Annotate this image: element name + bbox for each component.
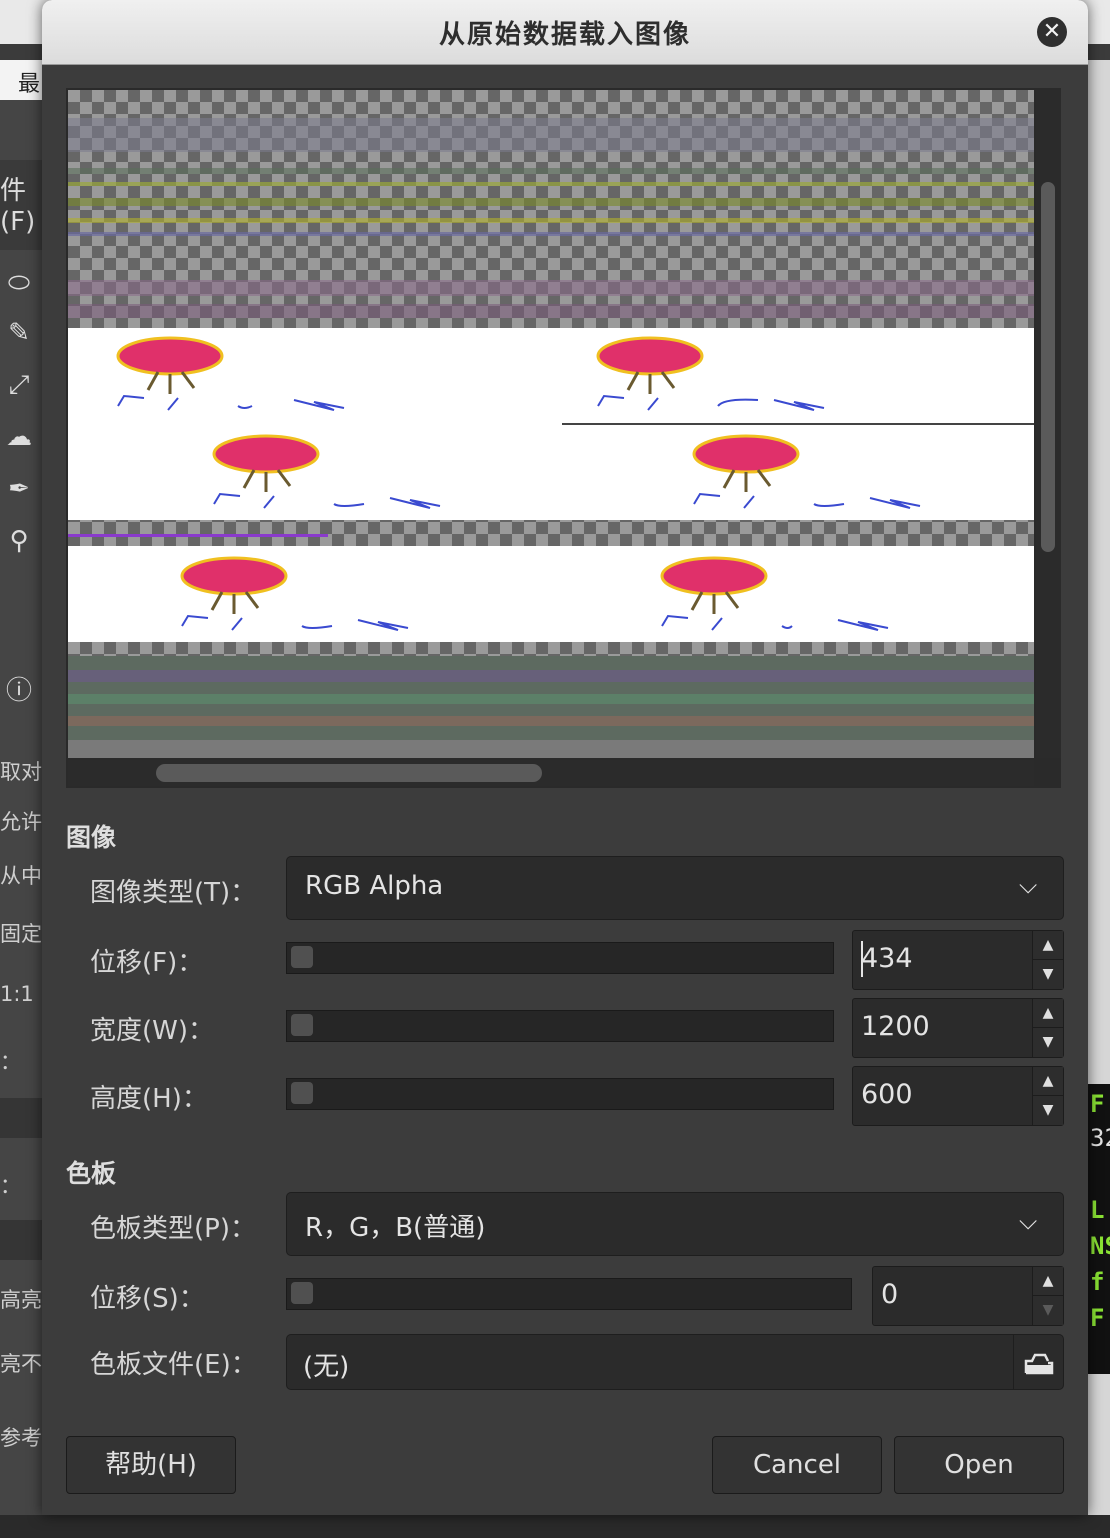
image-type-combo[interactable]: RGB Alpha ⌵ [286, 856, 1064, 920]
warp-icon[interactable]: ☁ [4, 422, 34, 452]
transform-icon[interactable]: ⤢ [4, 370, 34, 400]
increment-icon[interactable]: ▲ [1033, 1067, 1063, 1096]
palette-type-value: R，G，B(普通) [305, 1213, 486, 1243]
preview-glitch-image [68, 118, 1034, 758]
image-offset-slider[interactable] [286, 942, 834, 974]
spin-arrows: ▲ ▼ [1032, 999, 1063, 1057]
palette-offset-slider[interactable] [286, 1278, 852, 1310]
background-file-menu[interactable]: 件(F) [0, 160, 42, 250]
terminal-line: NS [1090, 1232, 1110, 1260]
scrollbar-thumb[interactable] [156, 764, 542, 782]
color-picker-icon[interactable]: ✎ [4, 318, 34, 348]
image-type-label: 图像类型(T)： [90, 878, 257, 908]
increment-icon[interactable]: ▲ [1033, 1267, 1063, 1296]
smudge-icon[interactable]: ⚲ [4, 526, 34, 556]
terminal-line: F [1090, 1090, 1105, 1118]
cancel-button[interactable]: Cancel [712, 1436, 882, 1494]
close-icon[interactable]: ✕ [1037, 17, 1067, 47]
background-option-label: 取对 [0, 760, 42, 784]
dialog-title: 从原始数据载入图像 [438, 20, 691, 50]
terminal-line: L [1090, 1196, 1105, 1224]
image-width-spinbutton[interactable]: 1200 ▲ ▼ [852, 998, 1064, 1058]
background-option-label: 固定 [0, 922, 42, 946]
image-offset-label: 位移(F)： [90, 948, 204, 978]
preview-horizontal-scrollbar[interactable] [68, 760, 1034, 786]
spin-arrows: ▲ ▼ [1032, 1267, 1063, 1325]
open-file-icon[interactable] [1013, 1335, 1064, 1389]
background-terminal: F 32 L NS f F [1088, 1084, 1110, 1374]
palette-offset-value[interactable]: 0 [881, 1279, 898, 1310]
open-file-icon-glyph [1024, 1353, 1054, 1375]
image-width-label: 宽度(W)： [90, 1016, 214, 1046]
image-offset-value[interactable]: 434 [861, 943, 913, 974]
palette-offset-spinbutton[interactable]: 0 ▲ ▼ [872, 1266, 1064, 1326]
background-right-panel: F 32 L NS f F [1088, 60, 1110, 1538]
image-offset-spinbutton[interactable]: 434 ▲ ▼ [852, 930, 1064, 990]
slider-knob[interactable] [291, 1282, 313, 1304]
image-height-value[interactable]: 600 [861, 1079, 913, 1110]
background-menu-fragment: 最 [18, 72, 41, 97]
dialog-titlebar[interactable]: 从原始数据载入图像 ✕ [42, 0, 1088, 65]
tool-options-icon[interactable]: ⓘ [4, 676, 34, 706]
decrement-icon[interactable]: ▼ [1033, 1096, 1063, 1124]
background-option-label: 亮不 [0, 1352, 42, 1376]
background-toolbox: 件(F) ⬭ ✎ ⤢ ☁ ✒ ⚲ ⓘ 取对 允许 从中 固定 1:1 ： ： 高… [0, 100, 42, 1538]
image-height-slider[interactable] [286, 1078, 834, 1110]
spin-arrows: ▲ ▼ [1032, 931, 1063, 989]
terminal-line: F [1090, 1304, 1105, 1332]
chevron-down-icon: ⌵ [1019, 1207, 1038, 1235]
raw-data-import-dialog: 从原始数据载入图像 ✕ 图像 图像类型(T)： RGB Alpha ⌵ 位移(F… [42, 0, 1088, 1515]
background-option-label: 从中 [0, 864, 42, 888]
preview-vertical-scrollbar[interactable] [1036, 90, 1061, 758]
increment-icon[interactable]: ▲ [1033, 999, 1063, 1028]
palette-type-combo[interactable]: R，G，B(普通) ⌵ [286, 1192, 1064, 1256]
image-width-slider[interactable] [286, 1010, 834, 1042]
slider-knob[interactable] [291, 946, 313, 968]
scrollbar-thumb[interactable] [1041, 182, 1055, 552]
palette-file-chooser[interactable]: (无) [286, 1334, 1064, 1390]
terminal-line: f [1090, 1268, 1105, 1296]
paintbrush-icon[interactable]: ✒ [4, 474, 34, 504]
palette-file-value: (无) [303, 1352, 350, 1382]
image-width-value[interactable]: 1200 [861, 1011, 930, 1042]
background-option-label: 参考 [0, 1426, 42, 1450]
palette-section-heading: 色板 [66, 1159, 117, 1188]
open-button[interactable]: Open [894, 1436, 1064, 1494]
palette-offset-label: 位移(S)： [90, 1284, 205, 1314]
help-button[interactable]: 帮助(H) [66, 1436, 236, 1494]
slider-knob[interactable] [291, 1082, 313, 1104]
terminal-line: 32 [1090, 1124, 1110, 1152]
image-height-label: 高度(H)： [90, 1084, 208, 1114]
image-type-value: RGB Alpha [305, 871, 444, 901]
background-divider [0, 1098, 42, 1138]
ellipse-select-icon[interactable]: ⬭ [4, 268, 34, 298]
background-option-label: ： [0, 1174, 21, 1198]
background-option-label: ： [0, 1050, 21, 1074]
spin-arrows: ▲ ▼ [1032, 1067, 1063, 1125]
slider-knob[interactable] [291, 1014, 313, 1036]
decrement-icon[interactable]: ▼ [1033, 960, 1063, 988]
image-preview [66, 88, 1061, 788]
decrement-icon[interactable]: ▼ [1033, 1028, 1063, 1056]
background-option-label: 1:1 [0, 982, 34, 1006]
palette-file-label: 色板文件(E)： [90, 1350, 257, 1380]
palette-type-label: 色板类型(P)： [90, 1214, 256, 1244]
chevron-down-icon: ⌵ [1019, 871, 1038, 899]
background-option-label: 允许 [0, 810, 42, 834]
background-bottom-strip [0, 1515, 1110, 1538]
image-section-heading: 图像 [66, 823, 117, 852]
preview-canvas [68, 90, 1034, 758]
background-divider [0, 1220, 42, 1260]
background-option-label: 高亮 [0, 1288, 42, 1312]
background-file-menu-label: 件(F) [0, 176, 36, 237]
background-menubar: 最 [0, 60, 42, 100]
increment-icon[interactable]: ▲ [1033, 931, 1063, 960]
decrement-icon[interactable]: ▼ [1033, 1296, 1063, 1324]
image-height-spinbutton[interactable]: 600 ▲ ▼ [852, 1066, 1064, 1126]
